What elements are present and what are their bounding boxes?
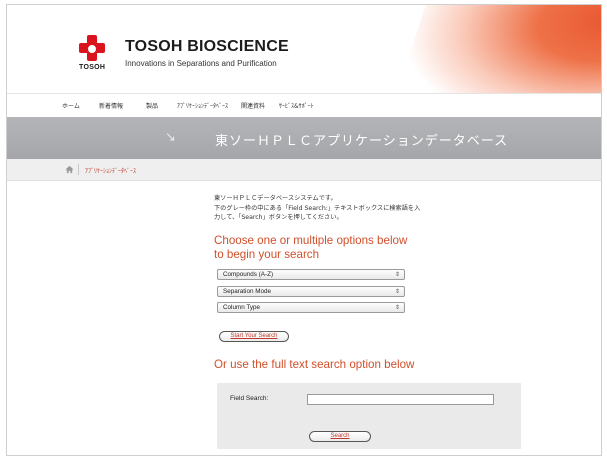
site-header: TOSOH TOSOH BIOSCIENCE Innovations in Se… <box>7 5 601 125</box>
compounds-select[interactable]: Compounds (A-Z) ⇕ <box>217 269 405 280</box>
nav-item-application-database[interactable]: ｱﾌﾟﾘｹｰｼｮﾝﾃﾞｰﾀﾍﾞｰｽ <box>177 101 228 110</box>
select-chevron-icon: ⇕ <box>394 289 400 295</box>
start-search-button[interactable]: Start Your Search <box>219 331 289 342</box>
options-heading: Choose one or multiple options below to … <box>214 234 408 261</box>
field-search-input[interactable] <box>307 394 494 405</box>
nav-item-news[interactable]: 新着情報 <box>99 101 123 110</box>
intro-line: 東ソーＨＰＬＣデータベースシステムです。 <box>214 195 337 202</box>
home-icon[interactable] <box>65 165 74 174</box>
fulltext-search-panel: Field Search: Search <box>217 383 521 449</box>
logo-text: TOSOH <box>79 64 106 71</box>
column-type-select-value: Column Type <box>223 304 260 311</box>
nav-item-home[interactable]: ホーム <box>62 101 80 110</box>
nav-item-related-materials[interactable]: 関連資料 <box>241 101 265 110</box>
search-button[interactable]: Search <box>309 431 371 442</box>
page-title: 東ソーＨＰＬＣアプリケーションデータベース <box>215 134 509 149</box>
field-search-label: Field Search: <box>230 395 269 402</box>
intro-line: 下のグレー枠の中にある「Field Search:」テキストボックスに検索語を入 <box>214 204 421 212</box>
select-chevron-icon: ⇕ <box>394 305 400 311</box>
breadcrumb-divider <box>78 164 79 175</box>
arrow-down-right-icon: ↘ <box>165 130 176 145</box>
browser-page: TOSOH TOSOH BIOSCIENCE Innovations in Se… <box>6 4 602 456</box>
intro-text: 東ソーＨＰＬＣデータベースシステムです。 下のグレー枠の中にある「Field S… <box>214 194 474 223</box>
brand-title: TOSOH BIOSCIENCE <box>125 38 289 55</box>
breadcrumb-current[interactable]: ｱﾌﾟﾘｹｰｼｮﾝﾃﾞｰﾀﾍﾞｰｽ <box>85 166 136 175</box>
intro-line: 力して、「Search」ボタンを押してください。 <box>214 214 343 221</box>
page-banner: ↘ 東ソーＨＰＬＣアプリケーションデータベース <box>7 117 601 159</box>
nav-item-service-support[interactable]: ｻｰﾋﾞｽ&ｻﾎﾟｰﾄ <box>279 101 314 110</box>
column-type-select[interactable]: Column Type ⇕ <box>217 302 405 313</box>
brand-subtitle: Innovations in Separations and Purificat… <box>125 59 277 68</box>
main-nav: ホーム 新着情報 製品 ｱﾌﾟﾘｹｰｼｮﾝﾃﾞｰﾀﾍﾞｰｽ 関連資料 ｻｰﾋﾞｽ… <box>7 93 601 117</box>
select-chevron-icon: ⇕ <box>394 272 400 278</box>
fulltext-heading: Or use the full text search option below <box>214 358 415 371</box>
nav-item-products[interactable]: 製品 <box>146 101 158 110</box>
separation-mode-select-value: Separation Mode <box>223 288 271 295</box>
breadcrumb: ｱﾌﾟﾘｹｰｼｮﾝﾃﾞｰﾀﾍﾞｰｽ <box>7 159 601 181</box>
compounds-select-value: Compounds (A-Z) <box>223 271 274 278</box>
separation-mode-select[interactable]: Separation Mode ⇕ <box>217 286 405 297</box>
tosoh-logo-icon[interactable] <box>79 35 105 61</box>
